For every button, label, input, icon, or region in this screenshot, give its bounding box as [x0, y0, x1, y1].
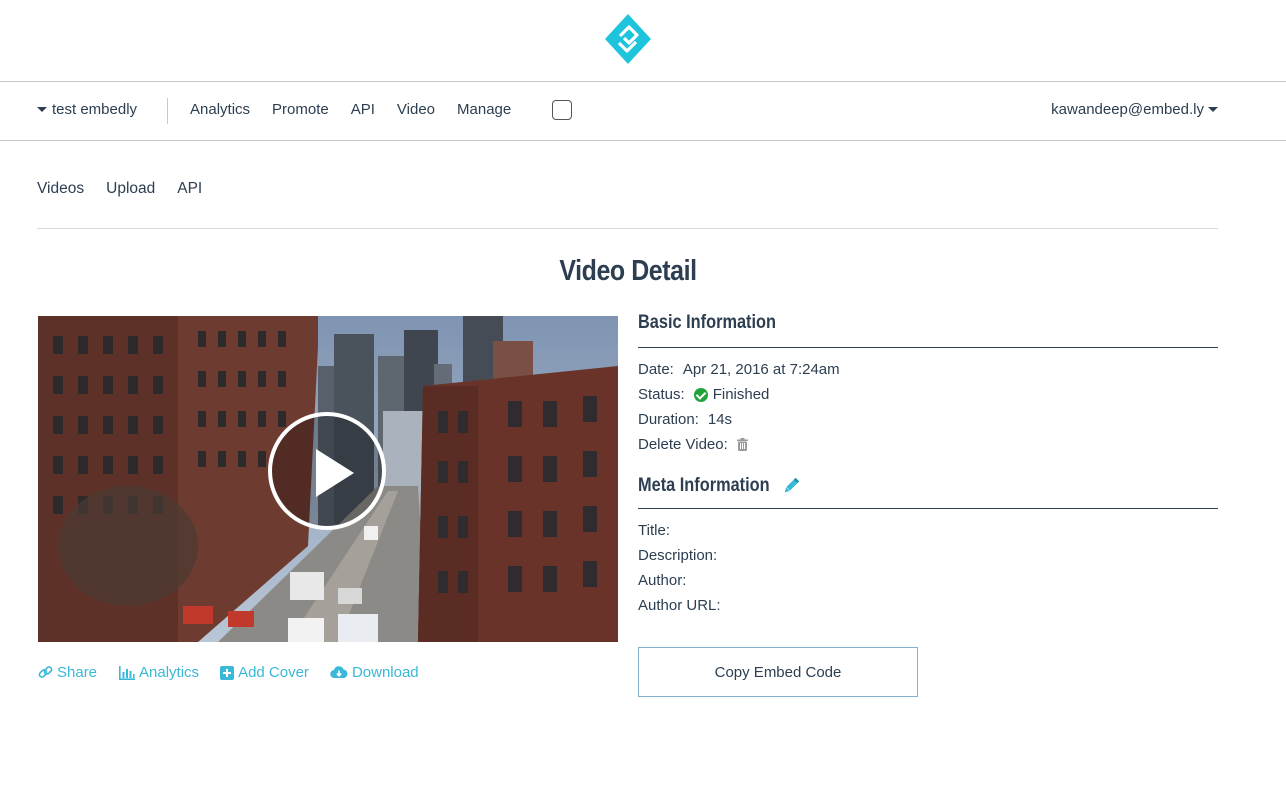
duration-label: Duration:	[638, 411, 699, 428]
caret-down-icon	[37, 107, 47, 112]
top-header	[0, 0, 1286, 82]
nav-link-manage[interactable]: Manage	[457, 101, 511, 118]
basic-info-heading: Basic Information	[638, 312, 777, 333]
subnav-link-api[interactable]: API	[177, 180, 202, 198]
org-label: test embedly	[52, 101, 138, 118]
delete-label: Delete Video:	[638, 436, 728, 453]
nav-link-video[interactable]: Video	[397, 101, 435, 118]
sub-navbar: Videos Upload API	[37, 180, 202, 198]
pencil-icon[interactable]	[781, 476, 801, 496]
play-icon[interactable]	[268, 412, 386, 530]
analytics-link[interactable]: Analytics	[118, 664, 199, 681]
share-link[interactable]: Share	[38, 664, 97, 681]
nav-divider	[167, 98, 168, 124]
page-title: Video Detail	[559, 255, 697, 287]
add-cover-label: Add Cover	[238, 664, 309, 681]
embedly-logo-icon[interactable]	[605, 14, 651, 64]
video-actions: Share Analytics Add Cover Download	[38, 664, 419, 681]
nav-checkbox[interactable]	[552, 100, 572, 120]
nav-link-promote[interactable]: Promote	[272, 101, 329, 118]
title-label: Title:	[638, 522, 670, 539]
author-label: Author:	[638, 572, 687, 589]
author-url-label: Author URL:	[638, 597, 721, 614]
analytics-label: Analytics	[139, 664, 200, 681]
date-label: Date:	[638, 361, 674, 378]
description-row: Description:	[638, 543, 1218, 568]
check-circle-icon	[693, 387, 708, 402]
duration-value: 14s	[707, 411, 733, 428]
subnav-link-upload[interactable]: Upload	[106, 180, 155, 198]
nav-link-api[interactable]: API	[351, 101, 375, 118]
main-navbar: test embedly Analytics Promote API Video…	[0, 82, 1286, 141]
download-link[interactable]: Download	[330, 664, 419, 681]
add-cover-link[interactable]: Add Cover	[220, 664, 309, 681]
nav-links: Analytics Promote API Video Manage	[190, 101, 511, 118]
copy-embed-code-button[interactable]: Copy Embed Code	[638, 647, 918, 697]
plus-square-icon	[220, 665, 235, 680]
org-dropdown[interactable]: test embedly	[37, 101, 137, 118]
video-player[interactable]	[38, 316, 618, 642]
title-row: Title:	[638, 518, 1218, 543]
nav-link-analytics[interactable]: Analytics	[190, 101, 250, 118]
author-row: Author:	[638, 568, 1218, 593]
meta-info-heading: Meta Information	[638, 474, 770, 496]
caret-down-icon	[1208, 107, 1218, 112]
status-label: Status:	[638, 386, 685, 403]
share-label: Share	[57, 664, 98, 681]
bar-chart-icon	[119, 665, 136, 680]
date-row: Date: Apr 21, 2016 at 7:24am	[638, 357, 1218, 382]
author-url-row: Author URL:	[638, 593, 1218, 618]
user-email: kawandeep@embed.ly	[1051, 101, 1204, 118]
status-row: Status: Finished	[638, 382, 1218, 407]
subnav-link-videos[interactable]: Videos	[37, 180, 84, 198]
cloud-download-icon	[330, 666, 348, 679]
divider	[37, 228, 1218, 229]
delete-row: Delete Video:	[638, 432, 1218, 457]
info-panel: Basic Information Date: Apr 21, 2016 at …	[638, 312, 1218, 618]
link-icon	[38, 666, 53, 678]
date-value: Apr 21, 2016 at 7:24am	[682, 361, 840, 378]
status-value: Finished	[712, 386, 770, 403]
user-dropdown[interactable]: kawandeep@embed.ly	[1051, 101, 1218, 118]
download-label: Download	[351, 664, 419, 681]
trash-icon[interactable]	[736, 438, 748, 451]
duration-row: Duration: 14s	[638, 407, 1218, 432]
description-label: Description:	[638, 547, 718, 564]
